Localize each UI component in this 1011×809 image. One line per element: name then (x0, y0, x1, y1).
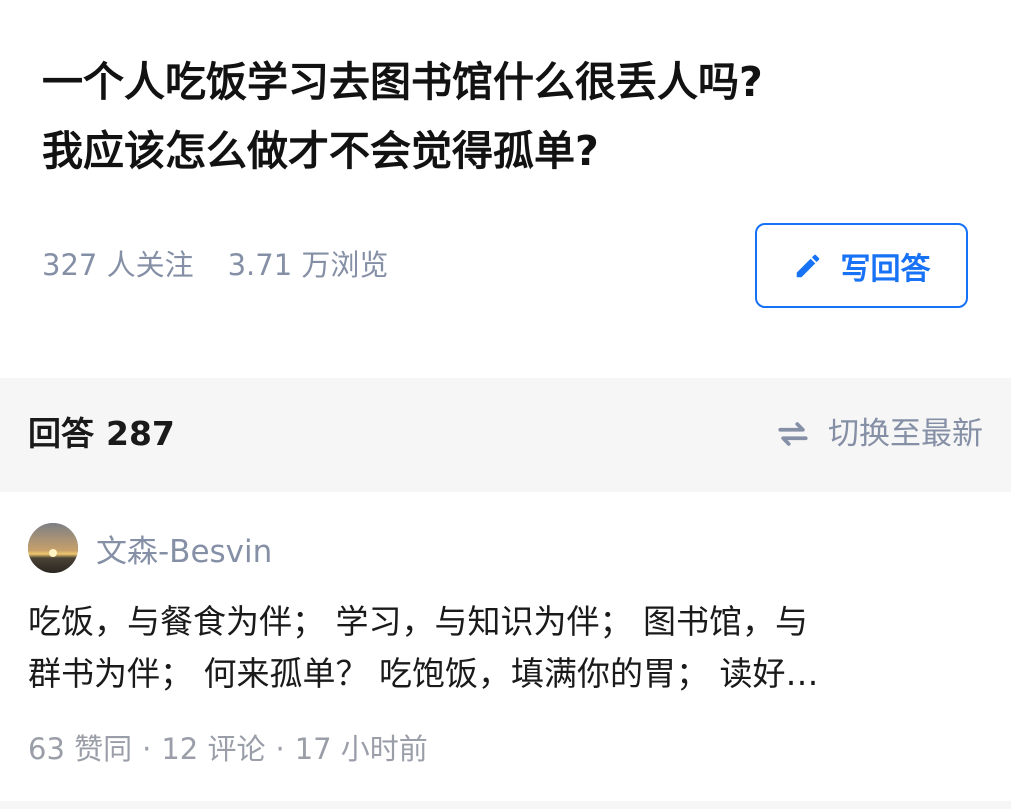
question-header: 一个人吃饭学习去图书馆什么很丢人吗? 我应该怎么做才不会觉得孤单? 327 人关… (0, 0, 1011, 378)
write-answer-label: 写回答 (840, 251, 931, 287)
write-answer-button[interactable]: 写回答 (755, 223, 968, 308)
answers-count: 回答 287 (28, 411, 175, 457)
answer-author[interactable]: 文森-Besvin (28, 523, 272, 573)
question-title: 一个人吃饭学习去图书馆什么很丢人吗? 我应该怎么做才不会觉得孤单? (42, 48, 982, 186)
answer-excerpt-line-2: 群书为伴； 何来孤单？ 吃饱饭，填满你的胃； 读好… (28, 654, 819, 693)
answer-excerpt-line-1: 吃饭，与餐食为伴； 学习，与知识为伴； 图书馆，与 (28, 602, 808, 641)
upvote-count: 63 赞同 (28, 732, 133, 766)
switch-sort-button[interactable]: 切换至最新 (776, 411, 983, 457)
question-title-line-2: 我应该怎么做才不会觉得孤单? (42, 127, 599, 175)
answer-meta: 63 赞同 · 12 评论 · 17 小时前 (28, 728, 428, 770)
answer-excerpt[interactable]: 吃饭，与餐食为伴； 学习，与知识为伴； 图书馆，与 群书为伴； 何来孤单？ 吃饱… (28, 596, 983, 700)
bottom-divider (0, 801, 1011, 809)
meta-separator: · (142, 732, 152, 766)
author-name[interactable]: 文森-Besvin (96, 526, 272, 571)
answers-number: 287 (106, 414, 175, 453)
view-count: 3.71 万浏览 (227, 248, 389, 282)
answers-section-bar: 回答 287 切换至最新 (0, 378, 1011, 492)
answers-label: 回答 (28, 414, 94, 453)
question-stats: 327 人关注 3.71 万浏览 (42, 244, 388, 286)
switch-sort-label: 切换至最新 (828, 416, 983, 452)
avatar-image (28, 523, 78, 573)
comment-count: 12 评论 (161, 732, 266, 766)
avatar[interactable] (28, 523, 78, 573)
meta-separator: · (275, 732, 285, 766)
swap-arrows-icon (778, 422, 808, 446)
answer-card[interactable]: 文森-Besvin 吃饭，与餐食为伴； 学习，与知识为伴； 图书馆，与 群书为伴… (0, 492, 1011, 801)
answer-time: 17 小时前 (294, 732, 428, 766)
question-title-line-1: 一个人吃饭学习去图书馆什么很丢人吗? (42, 58, 763, 106)
follower-count: 327 人关注 (42, 248, 194, 282)
pencil-icon (796, 254, 819, 277)
